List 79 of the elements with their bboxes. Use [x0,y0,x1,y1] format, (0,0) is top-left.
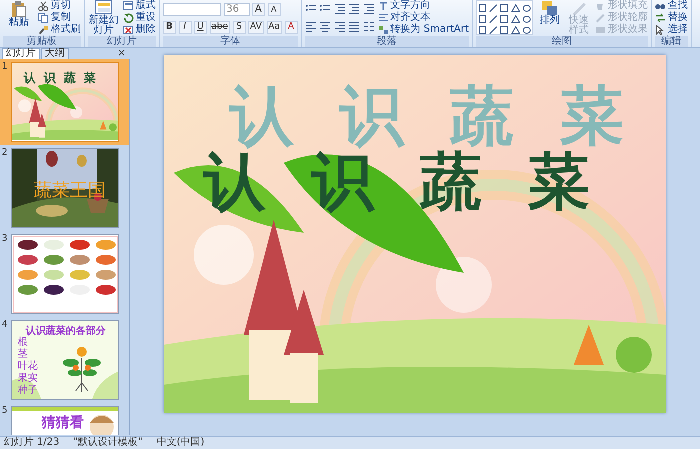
justify-icon[interactable] [348,20,360,34]
shapes-gallery[interactable] [476,0,534,36]
slide-number: 1 [2,62,9,74]
bucket-icon [595,1,606,11]
slide-title: 猜猜看 [42,414,84,433]
slide-thumbnail[interactable]: 猜猜看 [11,406,119,435]
slide-thumbnail[interactable]: 认识蔬菜的各部分 根 茎 叶花 果实 种子 [11,320,119,400]
pen-icon [595,13,606,23]
format-button[interactable]: S [232,20,246,34]
ribbon-button[interactable]: 替换 [655,12,688,24]
font-size-field[interactable]: 36 [224,2,250,16]
align-center-icon[interactable] [319,20,332,34]
cursor-icon [655,25,666,35]
ribbon-button[interactable]: 查找 [655,0,688,12]
format-button[interactable]: AV [248,20,264,34]
group-label: 幻灯片 [88,36,156,47]
format-button[interactable]: abe [210,20,230,34]
part-label: 果实 [18,373,38,384]
ribbon-button[interactable]: 版式 [123,0,156,12]
panel-tab[interactable]: 幻灯片 [2,48,40,59]
format-button[interactable]: A [284,20,298,34]
part-label: 根 [18,337,29,348]
copy-icon [38,13,49,23]
slide-thumbnail[interactable]: 认识蔬菜 [11,62,119,142]
status-text: 中文(中国) [156,437,205,449]
ribbon-button[interactable]: 选择 [655,24,688,36]
smartart-icon [378,25,389,35]
slide-title: 认识蔬菜的各部分 [26,324,106,337]
format-button[interactable]: I [178,20,192,34]
columns-icon[interactable] [362,20,375,34]
slide-icon [95,0,113,16]
text-direction-icon [378,1,389,11]
slide-number: 4 [2,320,9,332]
part-label: 叶花 [18,361,38,372]
group-label: 编辑 [655,36,688,47]
slide-number: 2 [2,148,9,160]
panel-tab[interactable]: 大纲 [41,48,69,59]
ribbon-button[interactable]: 重设 [123,12,156,24]
indent-icon[interactable] [348,2,360,16]
ribbon-button[interactable]: 新建幻灯片 [88,0,120,36]
shrink-font-button[interactable]: A [268,2,280,16]
close-button[interactable]: × [118,49,126,59]
delete-icon [123,25,134,35]
status-text: "默认设计模板" [74,437,143,449]
ribbon-button[interactable]: 转换为 SmartArt [378,24,469,36]
layout-icon [123,1,134,11]
font-name-field[interactable] [163,2,221,16]
slide-number: 3 [2,234,9,246]
brush-icon [38,25,49,35]
slide-title: 认识蔬菜 [24,70,104,87]
ribbon-button[interactable]: 删除 [123,24,156,36]
ribbon-button[interactable]: 格式刷 [38,24,81,36]
shape-icon [595,25,606,35]
format-button[interactable]: U [194,20,207,34]
slide-number: 5 [2,406,9,418]
clipboard-icon [11,0,27,18]
group-label: 绘图 [476,36,648,47]
format-button[interactable]: Aa [266,20,282,34]
part-label: 茎 [18,349,29,360]
reset-icon [123,13,134,23]
ribbon-button[interactable]: 对齐文本 [378,12,469,24]
line-spacing-icon[interactable] [362,2,375,16]
part-label: 种子 [18,385,38,397]
ribbon-button[interactable]: 复制 [38,12,81,24]
ribbon-button[interactable]: 粘贴 [3,0,35,36]
group-label: 段落 [304,36,469,47]
align-left-icon[interactable] [304,20,317,34]
ribbon-button[interactable]: 排列 [537,0,563,36]
align-icon [378,13,389,23]
align-right-icon[interactable] [334,20,346,34]
group-label: 剪贴板 [3,36,81,47]
outdent-icon[interactable] [334,2,346,16]
status-text: 幻灯片 1/23 [4,437,60,449]
replace-icon [655,13,666,23]
format-button[interactable]: B [163,20,176,34]
arrange-icon [541,0,559,16]
scissors-icon [38,1,49,11]
grow-font-button[interactable]: A [252,2,265,16]
group-label: 字体 [163,36,298,47]
